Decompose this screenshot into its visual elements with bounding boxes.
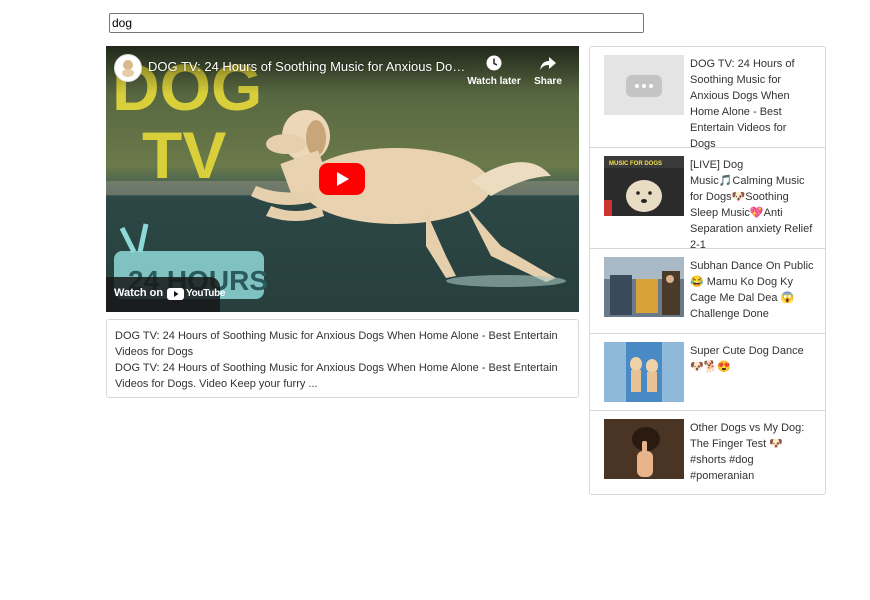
search-input[interactable] — [109, 13, 644, 33]
more-icon — [626, 75, 662, 97]
player-video-title[interactable]: DOG TV: 24 Hours of Soothing Music for A… — [148, 59, 468, 74]
channel-avatar[interactable] — [114, 54, 142, 82]
related-video-title[interactable]: Other Dogs vs My Dog: The Finger Test 🐶 … — [690, 420, 815, 484]
video-thumbnail — [604, 342, 684, 402]
related-video-title[interactable]: Subhan Dance On Public 😂 Mamu Ko Dog Ky … — [690, 258, 815, 322]
watch-on-youtube-button[interactable]: Watch on YouTube — [106, 277, 226, 312]
video-description: DOG TV: 24 Hours of Soothing Music for A… — [106, 319, 579, 398]
video-thumbnail-placeholder — [604, 55, 684, 115]
related-videos-list: DOG TV: 24 Hours of Soothing Music for A… — [589, 46, 826, 495]
related-video-title[interactable]: DOG TV: 24 Hours of Soothing Music for A… — [690, 56, 815, 152]
thumb-label: MUSIC FOR DOGS — [609, 161, 662, 167]
thumb-text-tv: TV — [142, 118, 226, 192]
play-button[interactable] — [319, 163, 365, 195]
related-video-item[interactable]: Super Cute Dog Dance 🐶🐕😍 — [590, 334, 825, 411]
watch-later-label: Watch later — [467, 76, 521, 87]
clock-icon — [486, 55, 502, 71]
share-icon — [540, 57, 556, 70]
video-thumbnail — [604, 257, 684, 317]
description-title: DOG TV: 24 Hours of Soothing Music for A… — [115, 330, 558, 358]
related-video-title[interactable]: Super Cute Dog Dance 🐶🐕😍 — [690, 343, 815, 375]
related-video-item[interactable]: Subhan Dance On Public 😂 Mamu Ko Dog Ky … — [590, 249, 825, 334]
description-snippet: DOG TV: 24 Hours of Soothing Music for A… — [115, 362, 558, 390]
related-video-item[interactable]: MUSIC FOR DOGS [LIVE] Dog Music🎵Calming … — [590, 148, 825, 251]
video-thumbnail: MUSIC FOR DOGS — [604, 156, 684, 216]
share-button[interactable]: Share — [521, 54, 575, 87]
related-video-item[interactable]: DOG TV: 24 Hours of Soothing Music for A… — [590, 47, 825, 150]
related-video-title[interactable]: [LIVE] Dog Music🎵Calming Music for Dogs🐶… — [690, 157, 815, 253]
video-player[interactable]: DOG TV 24 HOURS DOG TV: — [106, 46, 579, 312]
related-video-item[interactable]: Other Dogs vs My Dog: The Finger Test 🐶 … — [590, 411, 825, 496]
video-thumbnail — [604, 419, 684, 479]
youtube-logo-icon: YouTube — [167, 287, 226, 305]
share-label: Share — [534, 76, 562, 87]
youtube-label: YouTube — [186, 288, 226, 299]
watch-on-label: Watch on — [114, 287, 164, 299]
watch-later-button[interactable]: Watch later — [467, 54, 521, 87]
